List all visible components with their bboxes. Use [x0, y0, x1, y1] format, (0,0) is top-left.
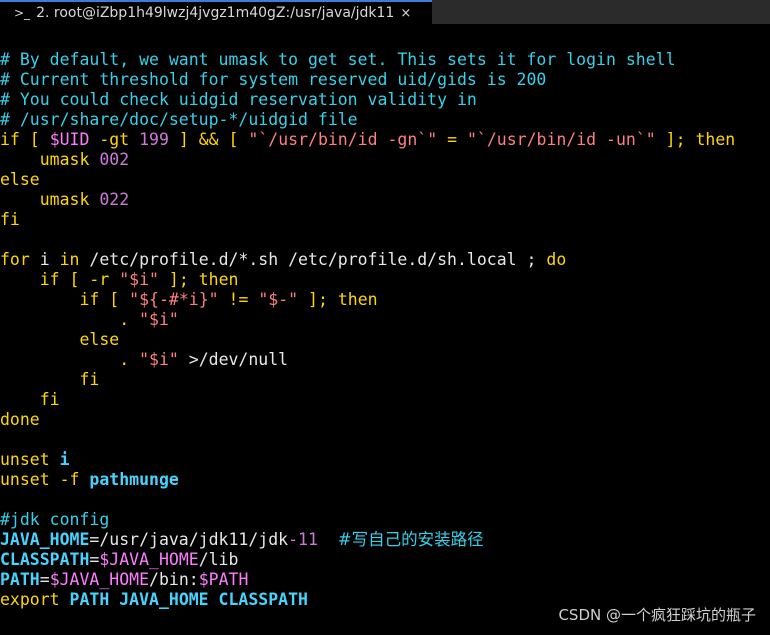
- code-line-27: PATH=$JAVA_HOME/bin:$PATH: [0, 570, 249, 589]
- code-line-17: fi: [79, 370, 100, 389]
- code-line-21: unset i: [0, 450, 70, 469]
- code-line-12: if [ -r "$i" ]; then: [39, 270, 239, 289]
- tab-bar: >_ 2. root@iZbp1h49lwzj4jvgz1m40gZ:/usr/…: [0, 0, 770, 24]
- watermark: CSDN @一个疯狂踩坑的瓶子: [558, 606, 756, 624]
- code-line-19: done: [0, 410, 40, 429]
- code-line-blank-1: [0, 230, 770, 250]
- code-line-16: . "$i" >/dev/null: [0, 350, 289, 369]
- code-line-15: else: [79, 330, 120, 349]
- tab-title: 2. root@iZbp1h49lwzj4jvgz1m40gZ:/usr/jav…: [36, 5, 395, 21]
- code-line-1: # By default, we want umask to get set. …: [0, 50, 676, 69]
- code-line-5: if [ $UID -gt 199 ] && [ "`/usr/bin/id -…: [0, 130, 736, 149]
- code-line-9: fi: [0, 210, 20, 229]
- code-line-14: . "$i": [0, 310, 179, 329]
- code-line-blank-3: [0, 490, 770, 510]
- code-line-8: umask 022: [0, 190, 130, 209]
- code-line-11: for i in /etc/profile.d/*.sh /etc/profil…: [0, 250, 567, 269]
- code-line-26: CLASSPATH=$JAVA_HOME/lib: [0, 550, 239, 569]
- code-line-2: # Current threshold for system reserved …: [0, 70, 547, 89]
- code-line-3: # You could check uidgid reservation val…: [0, 90, 477, 109]
- code-line-25: JAVA_HOME=/usr/java/jdk11/jdk-11 #写自己的安装…: [0, 530, 484, 549]
- terminal-icon: >_: [14, 6, 31, 20]
- code-line-24: #jdk config: [0, 510, 110, 529]
- code-line-6: umask 002: [0, 150, 130, 169]
- code-line-4: # /usr/share/doc/setup-*/uidgid file: [0, 110, 358, 129]
- terminal-output[interactable]: # By default, we want umask to get set. …: [0, 50, 770, 610]
- code-line-13: if [ "${-#*i}" != "$-" ]; then: [79, 290, 378, 309]
- code-line-18: fi: [39, 390, 60, 409]
- code-line-22: unset -f pathmunge: [0, 470, 179, 489]
- terminal-tab[interactable]: >_ 2. root@iZbp1h49lwzj4jvgz1m40gZ:/usr/…: [0, 0, 432, 24]
- code-line-7: else: [0, 170, 40, 189]
- close-icon[interactable]: ×: [400, 6, 411, 21]
- code-line-blank-2: [0, 430, 770, 450]
